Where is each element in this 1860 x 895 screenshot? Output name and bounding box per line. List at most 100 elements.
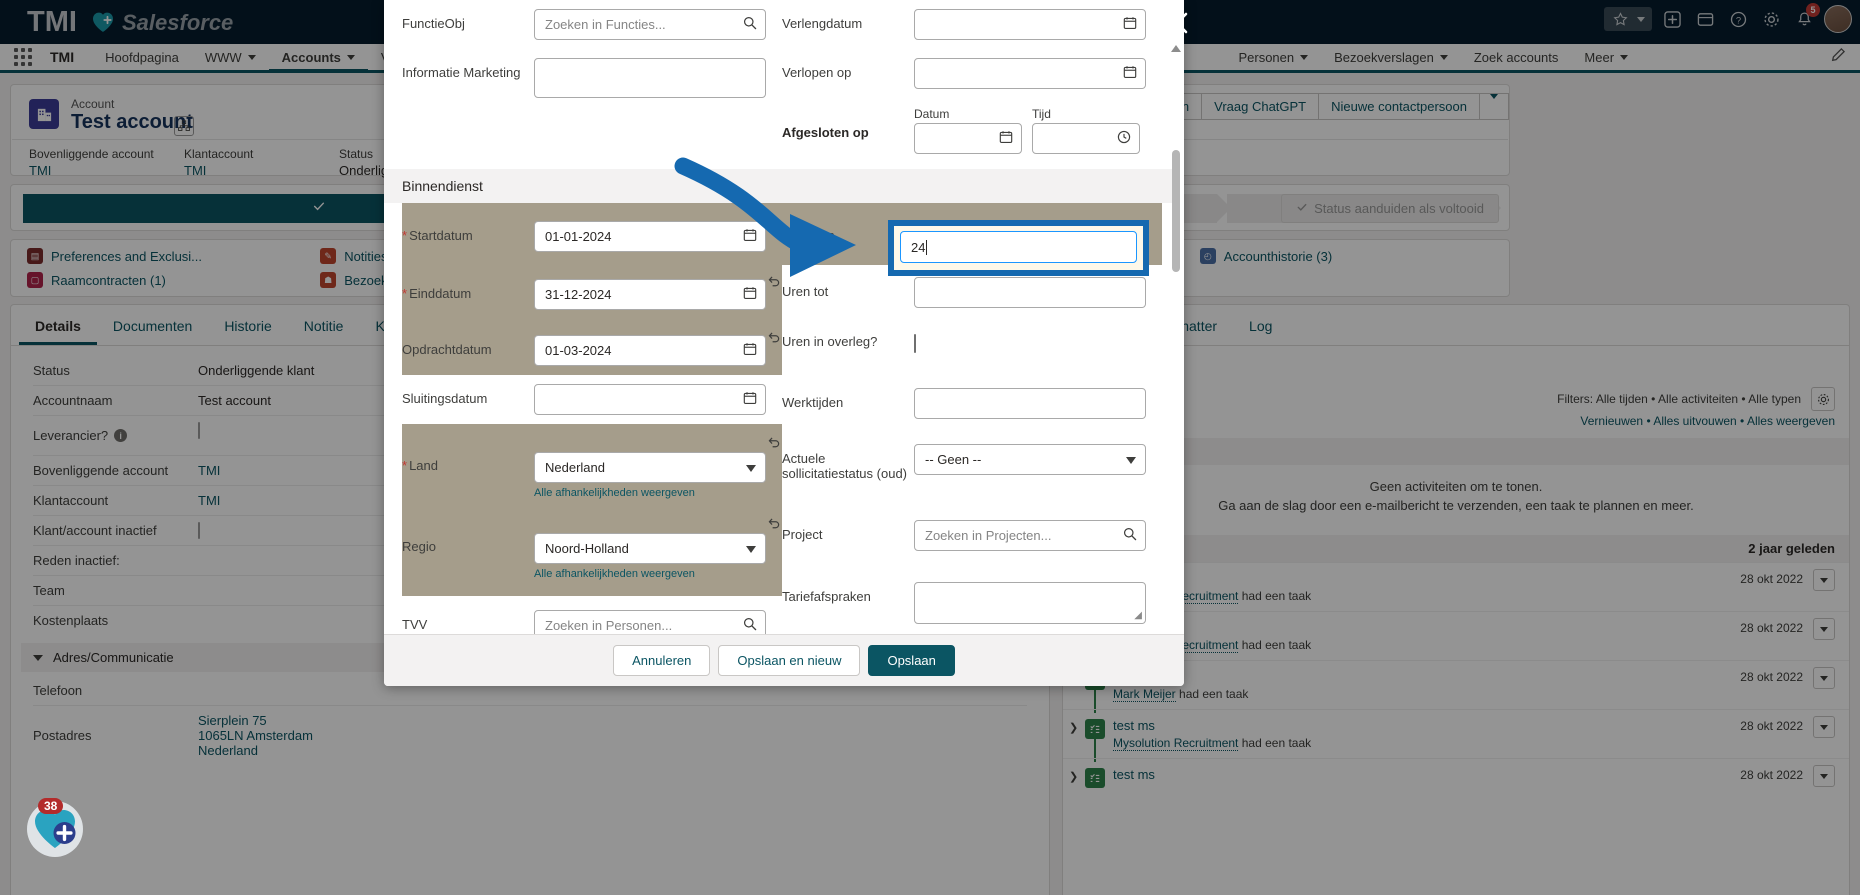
undo-icon[interactable] <box>767 273 782 291</box>
required-marker: * <box>402 286 408 301</box>
afgesloten-tijd-group: Tijd <box>1032 107 1140 154</box>
field-uren-tot: Uren tot <box>782 265 1162 317</box>
field-control <box>914 388 1162 419</box>
verlengdatum-date-input[interactable] <box>914 9 1146 40</box>
chevron-down-icon <box>1126 457 1136 464</box>
startdatum-value: 01-01-2024 <box>545 229 612 244</box>
actuele-sollicitatiestatus-select[interactable]: -- Geen -- <box>914 444 1146 475</box>
modal-scrollbar-thumb[interactable] <box>1172 150 1180 272</box>
uren-tot-input[interactable] <box>914 277 1146 308</box>
field-label: Verlengdatum <box>782 16 863 31</box>
chevron-down-icon <box>746 546 756 553</box>
field-control: Noord-Holland Alle afhankelijkheden weer… <box>534 518 782 582</box>
opdrachtdatum-value: 01-03-2024 <box>545 343 612 358</box>
calendar-icon[interactable] <box>1123 16 1137 33</box>
field-label: TVV <box>402 617 428 632</box>
field-control: 01-01-2024 <box>534 218 782 252</box>
undo-icon[interactable] <box>767 434 782 452</box>
calendar-icon[interactable] <box>743 342 757 359</box>
field-label: * Land <box>402 452 534 473</box>
sluitingsdatum-input[interactable] <box>534 384 766 415</box>
field-control: Nederland Alle afhankelijkheden weergeve… <box>534 437 782 501</box>
field-label: Regio <box>402 539 436 554</box>
modal-form-row: FunctieObj Zoeken in Functies... Informa… <box>402 0 1162 163</box>
modal-column-right: Verlengdatum Verlopen op Afgesloten op D… <box>782 0 1162 163</box>
tvv-lookup-input[interactable]: Zoeken in Personen... <box>534 610 766 634</box>
field-control <box>914 327 1162 353</box>
edit-record-modal: FunctieObj Zoeken in Functies... Informa… <box>384 0 1184 686</box>
placeholder-text: Zoeken in Projecten... <box>925 528 1052 543</box>
modal-section-binnendienst: Binnendienst <box>384 169 1180 203</box>
chevron-down-icon <box>746 465 756 472</box>
einddatum-input[interactable]: 31-12-2024 <box>534 279 766 310</box>
field-label: Tariefafspraken <box>782 589 871 604</box>
resize-handle-icon[interactable]: ◢ <box>1134 610 1142 621</box>
field-label: Afgesloten op <box>782 125 869 140</box>
field-control <box>534 384 782 415</box>
calendar-icon[interactable] <box>743 286 757 303</box>
field-sluitingsdatum: Sluitingsdatum <box>402 375 782 424</box>
save-and-new-button[interactable]: Opslaan en nieuw <box>718 645 861 676</box>
field-functieobj: FunctieObj Zoeken in Functies... <box>402 0 782 49</box>
modal-form-body: * Startdatum 01-01-2024 * Einddatum 31-1… <box>402 203 1162 634</box>
close-icon[interactable] <box>1160 6 1194 40</box>
field-label: * Einddatum <box>402 279 534 301</box>
field-actuele-sollicitatiestatus: Actuele sollicitatiestatus (oud) -- Geen… <box>782 428 1162 490</box>
regio-select[interactable]: Noord-Holland <box>534 533 766 564</box>
field-label: FunctieObj <box>402 16 465 31</box>
land-select[interactable]: Nederland <box>534 452 766 483</box>
field-label: Werktijden <box>782 395 844 410</box>
calendar-icon[interactable] <box>743 228 757 245</box>
field-control: 24 <box>914 221 1162 252</box>
field-project: Project Zoeken in Projecten... <box>782 490 1162 560</box>
field-verlengdatum: Verlengdatum <box>782 0 1162 49</box>
scroll-up-arrow-icon[interactable] <box>1169 42 1183 61</box>
field-verlopen-op: Verlopen op <box>782 49 1162 98</box>
save-button[interactable]: Opslaan <box>868 645 955 676</box>
regio-dependencies-link[interactable]: Alle afhankelijkheden weergeven <box>534 568 695 580</box>
field-control <box>534 58 782 98</box>
modal-column-left: * Startdatum 01-01-2024 * Einddatum 31-1… <box>402 203 782 634</box>
informatie-marketing-textarea[interactable] <box>534 58 766 98</box>
clock-icon[interactable] <box>1117 130 1131 147</box>
required-marker: * <box>402 458 408 473</box>
placeholder-text: Zoeken in Functies... <box>545 17 666 32</box>
field-tariefafspraken: Tariefafspraken ◢ <box>782 560 1162 633</box>
uren-in-overleg-checkbox[interactable] <box>914 334 916 353</box>
opdrachtdatum-input[interactable]: 01-03-2024 <box>534 335 766 366</box>
undo-icon[interactable] <box>767 515 782 533</box>
field-label-text: Einddatum <box>409 286 472 301</box>
search-icon <box>743 16 757 33</box>
functieobj-lookup-input[interactable]: Zoeken in Functies... <box>534 9 766 40</box>
field-einddatum: * Einddatum 31-12-2024 <box>402 261 782 319</box>
field-label: Uren tot <box>782 284 829 299</box>
verlopen-op-date-input[interactable] <box>914 58 1146 89</box>
sublabel-tijd: Tijd <box>1032 107 1051 121</box>
regio-value: Noord-Holland <box>545 541 629 556</box>
land-dependencies-link[interactable]: Alle afhankelijkheden weergeven <box>534 487 695 499</box>
startdatum-input[interactable]: 01-01-2024 <box>534 221 766 252</box>
field-label: Project <box>782 527 823 542</box>
field-control: 31-12-2024 <box>534 276 782 310</box>
field-label: Verlopen op <box>782 65 852 80</box>
calendar-icon[interactable] <box>743 391 757 408</box>
afgesloten-tijd-input[interactable] <box>1032 123 1140 154</box>
actuele-sollicitatiestatus-value: -- Geen -- <box>925 452 982 467</box>
undo-icon[interactable] <box>767 215 782 233</box>
required-marker: * <box>402 228 408 243</box>
tariefafspraken-textarea[interactable]: ◢ <box>914 582 1146 624</box>
project-lookup-input[interactable]: Zoeken in Projecten... <box>914 520 1146 551</box>
werktijden-input[interactable] <box>914 388 1146 419</box>
afgesloten-datum-input[interactable] <box>914 123 1022 154</box>
cancel-button[interactable]: Annuleren <box>613 645 711 676</box>
field-werktijden: Werktijden <box>782 362 1162 428</box>
modal-footer: Annuleren Opslaan en nieuw Opslaan <box>384 634 1184 686</box>
placeholder-text: Zoeken in Personen... <box>545 618 673 633</box>
field-control: 01-03-2024 <box>534 332 782 366</box>
undo-icon[interactable] <box>767 329 782 347</box>
field-control: -- Geen -- <box>914 444 1162 475</box>
calendar-icon[interactable] <box>1123 65 1137 82</box>
field-startdatum: * Startdatum 01-01-2024 <box>402 203 782 261</box>
field-label: Actuele sollicitatiestatus (oud) <box>782 451 907 481</box>
calendar-icon[interactable] <box>999 130 1013 147</box>
